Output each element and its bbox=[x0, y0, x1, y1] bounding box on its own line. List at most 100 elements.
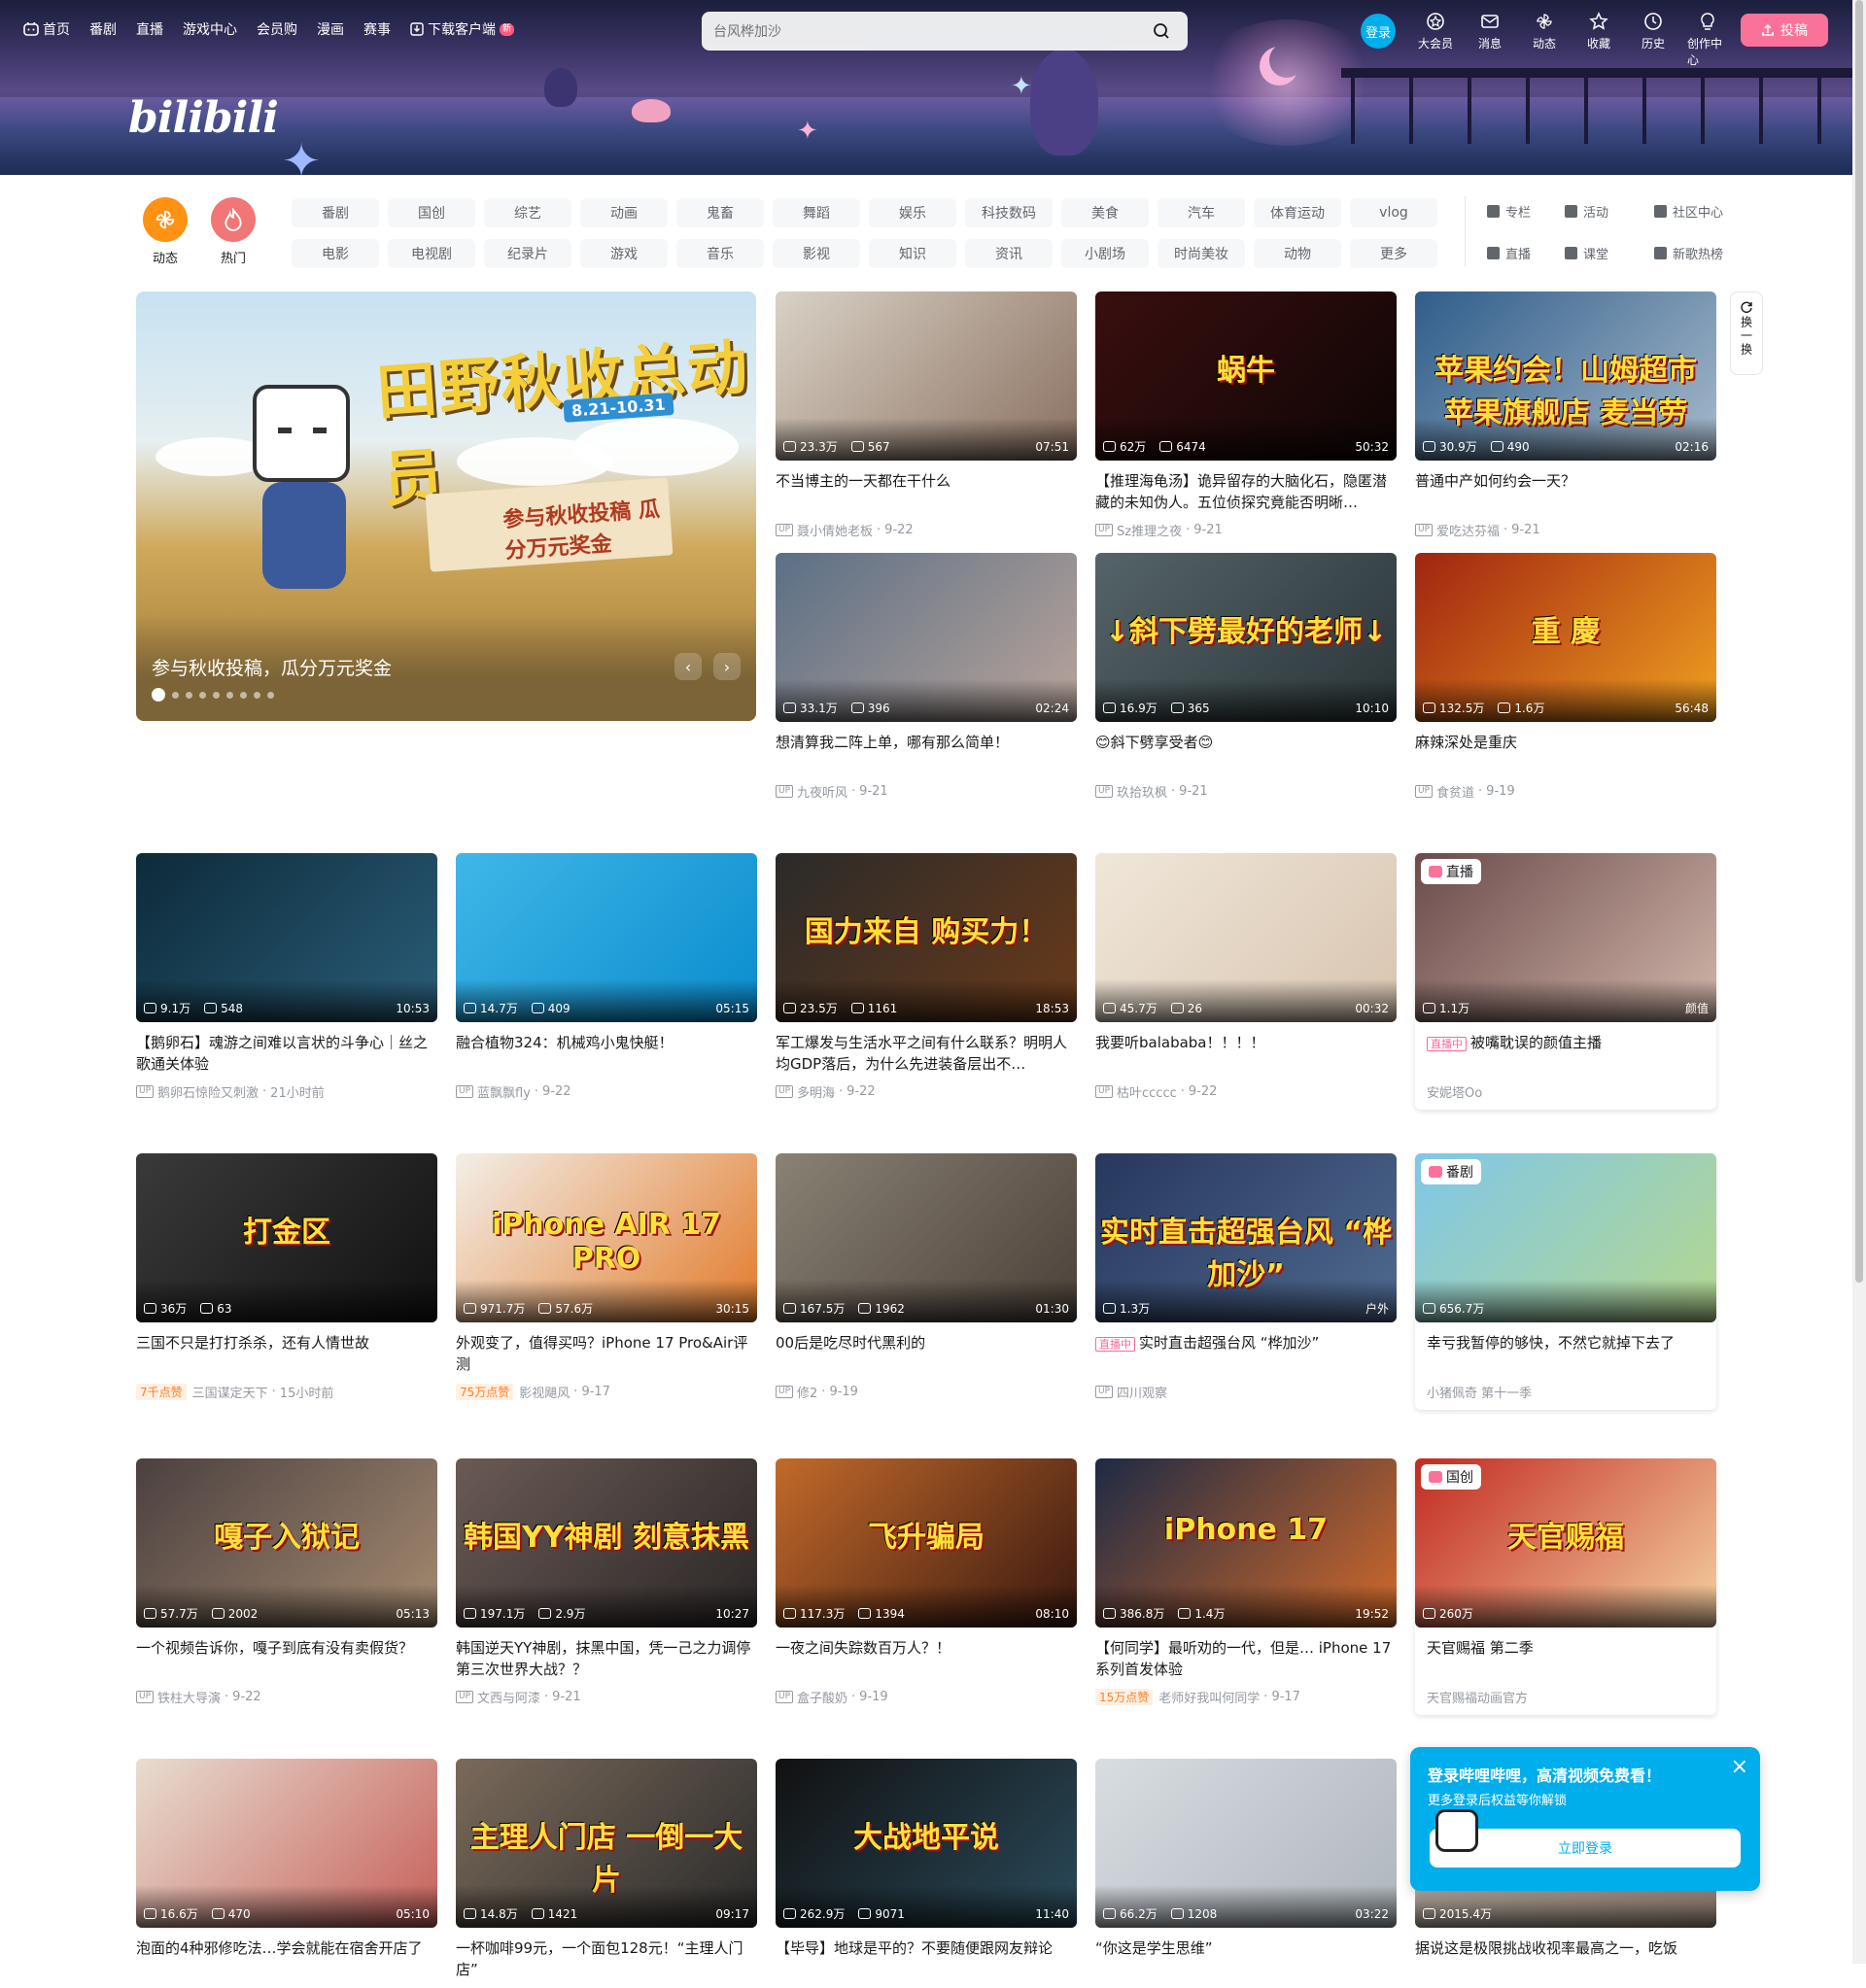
video-title[interactable]: 幸亏我暂停的够快，不然它就掉下去了 bbox=[1415, 1332, 1716, 1375]
video-card[interactable]: 9.1万 548 10:53 【鹅卵石】魂游之间难以言状的斗争心｜丝之歌通关体验 UP 鹅… bbox=[136, 853, 437, 1101]
video-title[interactable]: 天官赐福 第二季 bbox=[1415, 1637, 1716, 1680]
video-card[interactable]: 33.1万 396 02:24 想清算我二阵上单，哪有那么简单！ UP 九夜听风 · 9-21 bbox=[776, 553, 1077, 801]
video-author[interactable]: 天官赐福动画官方 bbox=[1427, 1688, 1528, 1706]
channel-tag[interactable]: 小剧场 bbox=[1061, 239, 1149, 268]
channel-link[interactable]: 社区中心 bbox=[1654, 202, 1771, 221]
video-card[interactable]: 韩国YY神剧 刻意抹黑 197.1万 2.9万 10:27 韩国逆天YY神剧，抹黑中国，… bbox=[456, 1458, 757, 1706]
carousel-dot[interactable] bbox=[152, 688, 165, 702]
video-card[interactable]: 嘎子入狱记 57.7万 2002 05:13 一个视频告诉你，嘎子到底有没有卖假货？ UP… bbox=[136, 1458, 437, 1706]
video-author[interactable]: 修2 bbox=[797, 1383, 817, 1401]
channel-tag[interactable]: 汽车 bbox=[1158, 198, 1245, 227]
video-card[interactable]: 167.5万 1962 01:30 00后是吃尽时代黑利的 UP 修2 · 9-19 bbox=[776, 1153, 1077, 1401]
video-author[interactable]: 文西与阿漆 bbox=[477, 1688, 540, 1706]
video-title[interactable]: 【推理海龟汤】诡异留存的大脑化石，隐匿潜藏的未知伪人。五位侦探究竟能否明晰… bbox=[1095, 470, 1397, 513]
video-card[interactable]: 直播 1.1万 颜值 直播中 被嘴耽误的颜值主播 安妮塔Oo bbox=[1415, 853, 1716, 1110]
channel-tag[interactable]: 舞蹈 bbox=[773, 198, 860, 227]
video-thumbnail[interactable]: 苹果约会！山姆超市 苹果旗舰店 麦当劳 30.9万 490 02:16 bbox=[1415, 291, 1716, 461]
video-title[interactable]: 想清算我二阵上单，哪有那么简单！ bbox=[776, 732, 1077, 774]
channel-tag[interactable]: 更多 bbox=[1350, 239, 1437, 268]
hero-caption[interactable]: 参与秋收投稿，瓜分万元奖金 bbox=[152, 654, 392, 680]
video-card[interactable]: 打金区 36万 63 三国不只是打打杀杀，还有人情世故 7千点赞 三国谋定天下 · 15小时前 bbox=[136, 1153, 437, 1401]
channel-tag[interactable]: 音乐 bbox=[676, 239, 764, 268]
video-title[interactable]: 外观变了，值得买吗？iPhone 17 Pro&Air评测 bbox=[456, 1332, 757, 1375]
close-icon[interactable]: × bbox=[1731, 1757, 1748, 1778]
scrollbar-thumb[interactable] bbox=[1855, 0, 1863, 1283]
video-title[interactable]: 不当博主的一天都在干什么 bbox=[776, 470, 1077, 513]
video-card[interactable]: 45.7万 26 00:32 我要听balababa！！！！ UP 枯叶ccccc · 9-2… bbox=[1095, 853, 1397, 1101]
carousel-dot[interactable] bbox=[240, 691, 247, 699]
video-title[interactable]: 我要听balababa！！！！ bbox=[1095, 1032, 1397, 1075]
video-thumbnail[interactable]: iPhone 17 386.8万 1.4万 19:52 bbox=[1095, 1458, 1397, 1628]
video-thumbnail[interactable]: 飞升骗局 117.3万 1394 08:10 bbox=[776, 1458, 1077, 1628]
video-card[interactable]: ↓斜下劈最好的老师↓ 16.9万 365 10:10 😊斜下劈享受者😊 UP 玖拾玖枫 · 9-… bbox=[1095, 553, 1397, 801]
video-card[interactable]: 天官赐福 国创 260万 天官赐福 第二季 天官赐福动画官方 bbox=[1415, 1458, 1716, 1715]
bilibili-logo[interactable]: bilibili bbox=[128, 93, 279, 143]
nav-mall[interactable]: 会员购 bbox=[257, 19, 297, 39]
channel-tag[interactable]: 体育运动 bbox=[1254, 198, 1341, 227]
channel-tag[interactable]: 电视剧 bbox=[388, 239, 475, 268]
video-thumbnail[interactable]: 16.6万 470 05:10 bbox=[136, 1759, 437, 1928]
nav-manga[interactable]: 漫画 bbox=[317, 19, 344, 39]
channel-link[interactable]: 新歌热榜 bbox=[1654, 244, 1771, 262]
carousel-dot[interactable] bbox=[226, 691, 233, 699]
channel-tag[interactable]: 科技数码 bbox=[965, 198, 1053, 227]
channel-tag[interactable]: 纪录片 bbox=[484, 239, 571, 268]
video-card[interactable]: 16.6万 470 05:10 泡面的4种邪修吃法…学会就能在宿舍开店了 bbox=[136, 1759, 437, 1988]
channel-tag[interactable]: 鬼畜 bbox=[676, 198, 764, 227]
video-thumbnail[interactable]: 直播 1.1万 颜值 bbox=[1415, 853, 1716, 1022]
video-title[interactable]: 【鹅卵石】魂游之间难以言状的斗争心｜丝之歌通关体验 bbox=[136, 1032, 437, 1075]
carousel-dot[interactable] bbox=[172, 691, 179, 699]
video-title[interactable]: 😊斜下劈享受者😊 bbox=[1095, 732, 1397, 774]
video-thumbnail[interactable]: 66.2万 1208 03:22 bbox=[1095, 1759, 1397, 1928]
channel-tag[interactable]: 知识 bbox=[869, 239, 956, 268]
channel-tag[interactable]: vlog bbox=[1350, 198, 1437, 227]
video-thumbnail[interactable]: 番剧 656.7万 bbox=[1415, 1153, 1716, 1322]
channel-tag[interactable]: 时尚美妆 bbox=[1158, 239, 1245, 268]
video-thumbnail[interactable]: 9.1万 548 10:53 bbox=[136, 853, 437, 1022]
video-title[interactable]: 直播中 实时直击超强台风 “桦加沙” bbox=[1095, 1332, 1397, 1375]
video-author[interactable]: 盒子酸奶 bbox=[797, 1688, 847, 1706]
video-title[interactable]: 一夜之间失踪数百万人？！ bbox=[776, 1637, 1077, 1680]
video-author[interactable]: 安妮塔Oo bbox=[1427, 1082, 1482, 1101]
video-author[interactable]: 铁柱大导演 bbox=[157, 1688, 221, 1706]
video-thumbnail[interactable]: 45.7万 26 00:32 bbox=[1095, 853, 1397, 1022]
channel-link[interactable]: 活动 bbox=[1565, 202, 1654, 221]
search-icon[interactable] bbox=[1147, 17, 1176, 46]
channel-tag[interactable]: 综艺 bbox=[484, 198, 571, 227]
video-author[interactable]: 三国谋定天下 bbox=[192, 1383, 268, 1401]
video-author[interactable]: 九夜听风 bbox=[797, 782, 847, 801]
video-thumbnail[interactable]: 14.7万 409 05:15 bbox=[456, 853, 757, 1022]
video-title[interactable]: 融合植物324：机械鸡小鬼快艇！ bbox=[456, 1032, 757, 1075]
carousel-dot[interactable] bbox=[186, 691, 192, 699]
video-title[interactable]: 据说这是极限挑战收视率最高之一，吃饭 bbox=[1415, 1937, 1716, 1980]
nav-dynamic[interactable]: 动态 bbox=[1524, 12, 1565, 51]
video-thumbnail[interactable]: iPhone AIR 17 PRO 971.7万 57.6万 30:15 bbox=[456, 1153, 757, 1322]
login-avatar-button[interactable]: 登录 bbox=[1361, 14, 1396, 49]
video-title[interactable]: 韩国逆天YY神剧，抹黑中国，凭一己之力调停第三次世界大战？？ bbox=[456, 1637, 757, 1680]
video-thumbnail[interactable]: 主理人门店 一倒一大片 14.8万 1421 09:17 bbox=[456, 1759, 757, 1928]
video-card[interactable]: 苹果约会！山姆超市 苹果旗舰店 麦当劳 30.9万 490 02:16 普通中产如何约会… bbox=[1415, 291, 1716, 539]
refresh-button[interactable]: 换一换 bbox=[1730, 291, 1763, 375]
nav-creator-center[interactable]: 创作中心 bbox=[1687, 12, 1728, 68]
channel-hot[interactable]: 热门 bbox=[204, 194, 262, 266]
video-title[interactable]: 普通中产如何约会一天？ bbox=[1415, 470, 1716, 513]
nav-home[interactable]: 首页 bbox=[23, 19, 70, 39]
video-title[interactable]: 00后是吃尽时代黑利的 bbox=[776, 1332, 1077, 1375]
video-author[interactable]: 小猪佩奇 第十一季 bbox=[1427, 1383, 1532, 1401]
carousel-dot[interactable] bbox=[254, 691, 260, 699]
channel-tag[interactable]: 动物 bbox=[1254, 239, 1341, 268]
video-thumbnail[interactable]: 蜗牛 62万 6474 50:32 bbox=[1095, 291, 1397, 461]
video-title[interactable]: 三国不只是打打杀杀，还有人情世故 bbox=[136, 1332, 437, 1375]
channel-tag[interactable]: 资讯 bbox=[965, 239, 1053, 268]
carousel-prev-button[interactable]: ‹ bbox=[674, 653, 702, 680]
channel-tag[interactable]: 动画 bbox=[580, 198, 668, 227]
carousel-dot[interactable] bbox=[213, 691, 220, 699]
carousel-dot[interactable] bbox=[267, 691, 274, 699]
video-thumbnail[interactable]: 33.1万 396 02:24 bbox=[776, 553, 1077, 722]
video-title[interactable]: 【毕导】地球是平的？不要随便跟网友辩论 bbox=[776, 1937, 1077, 1980]
video-thumbnail[interactable]: 国力来自 购买力！ 23.5万 1161 18:53 bbox=[776, 853, 1077, 1022]
channel-tag[interactable]: 游戏 bbox=[580, 239, 668, 268]
video-author[interactable]: 蓝飘飘fly bbox=[477, 1082, 531, 1101]
hero-carousel[interactable]: 田野秋收总动员 8.21-10.31 参与秋收投稿 瓜分万元奖金 参与秋收投稿，… bbox=[136, 291, 756, 721]
page-scrollbar[interactable] bbox=[1852, 0, 1866, 1964]
